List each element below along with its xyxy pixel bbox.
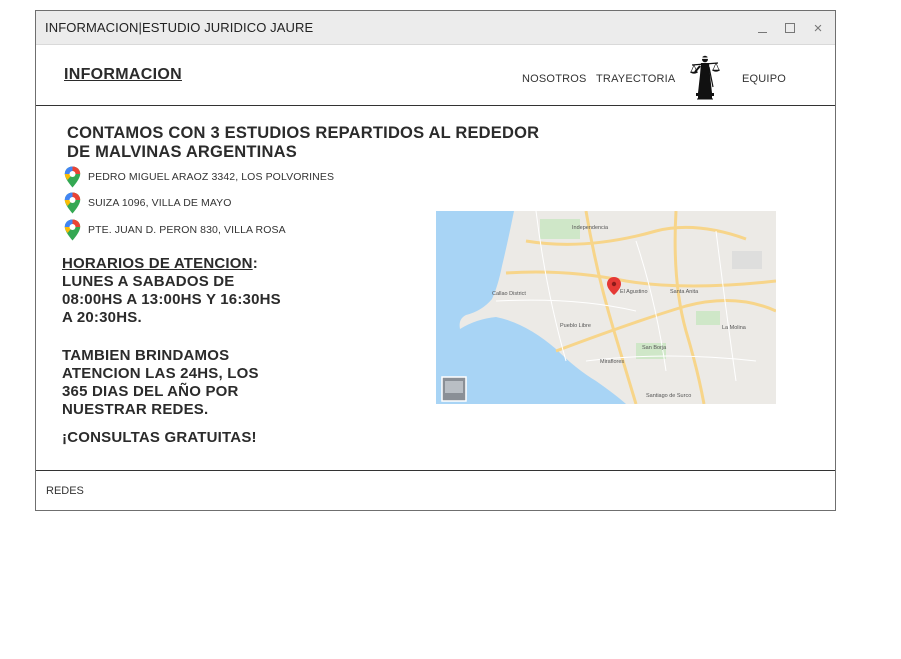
location-item: PTE. JUAN D. PERON 830, VILLA ROSA [64,219,286,241]
location-item: SUIZA 1096, VILLA DE MAYO [64,192,232,214]
map-pin-icon [64,219,81,241]
availability-text: TAMBIEN BRINDAMOS ATENCION LAS 24HS, LOS… [62,347,259,418]
locations-headline: CONTAMOS CON 3 ESTUDIOS REPARTIDOS AL RE… [67,124,540,161]
location-address: PTE. JUAN D. PERON 830, VILLA ROSA [88,224,286,236]
maximize-icon [785,23,795,33]
location-map[interactable]: Independencia Callao District Pueblo Lib… [436,211,776,404]
minimize-icon [757,31,767,33]
hours-text: LUNES A SABADOS DE 08:00HS A 13:00HS Y 1… [62,273,281,326]
lady-justice-icon[interactable] [686,53,724,101]
footer-redes-link[interactable]: REDES [46,485,84,497]
window-title: INFORMACION|ESTUDIO JURIDICO JAURE [45,20,314,35]
maximize-button[interactable] [780,18,800,38]
app-window: INFORMACION|ESTUDIO JURIDICO JAURE × INF… [35,10,836,511]
map-label-pueblo-libre: Pueblo Libre [560,323,591,329]
map-label-san-borja: San Borja [642,345,667,351]
top-navbar: INFORMACION NOSOTROS TRAYECTORIA EQUIPO [36,45,835,106]
map-pin-icon [64,192,81,214]
hours-heading-label: HORARIOS DE ATENCION [62,255,253,272]
map-label-la-molina: La Molina [722,325,747,331]
map-label-santa-anita: Santa Anita [670,289,699,295]
map-label-miraflores: Miraflores [600,359,624,365]
map-label-independencia: Independencia [572,225,609,231]
location-address: PEDRO MIGUEL ARAOZ 3342, LOS POLVORINES [88,171,335,183]
close-icon: × [813,19,823,37]
location-address: SUIZA 1096, VILLA DE MAYO [88,197,232,209]
map-canvas[interactable]: Independencia Callao District Pueblo Lib… [436,211,776,404]
location-item: PEDRO MIGUEL ARAOZ 3342, LOS POLVORINES [64,166,334,188]
map-label-callao: Callao District [492,291,526,297]
nav-link-nosotros[interactable]: NOSOTROS [522,73,587,85]
nav-link-trayectoria[interactable]: TRAYECTORIA [596,73,675,85]
map-pin-icon [64,166,81,188]
close-button[interactable]: × [808,18,828,38]
footer: REDES [36,470,835,510]
nav-link-equipo[interactable]: EQUIPO [742,73,786,85]
page-title[interactable]: INFORMACION [64,66,182,84]
map-label-el-agustino: El Agustino [620,289,648,295]
hours-heading-colon: : [252,255,258,272]
map-label-surco: Santiago de Surco [646,393,691,399]
title-bar: INFORMACION|ESTUDIO JURIDICO JAURE × [36,11,835,45]
hours-heading: HORARIOS DE ATENCION: [62,255,258,273]
minimize-button[interactable] [752,18,772,38]
free-consultation-text: ¡CONSULTAS GRATUITAS! [62,429,257,446]
